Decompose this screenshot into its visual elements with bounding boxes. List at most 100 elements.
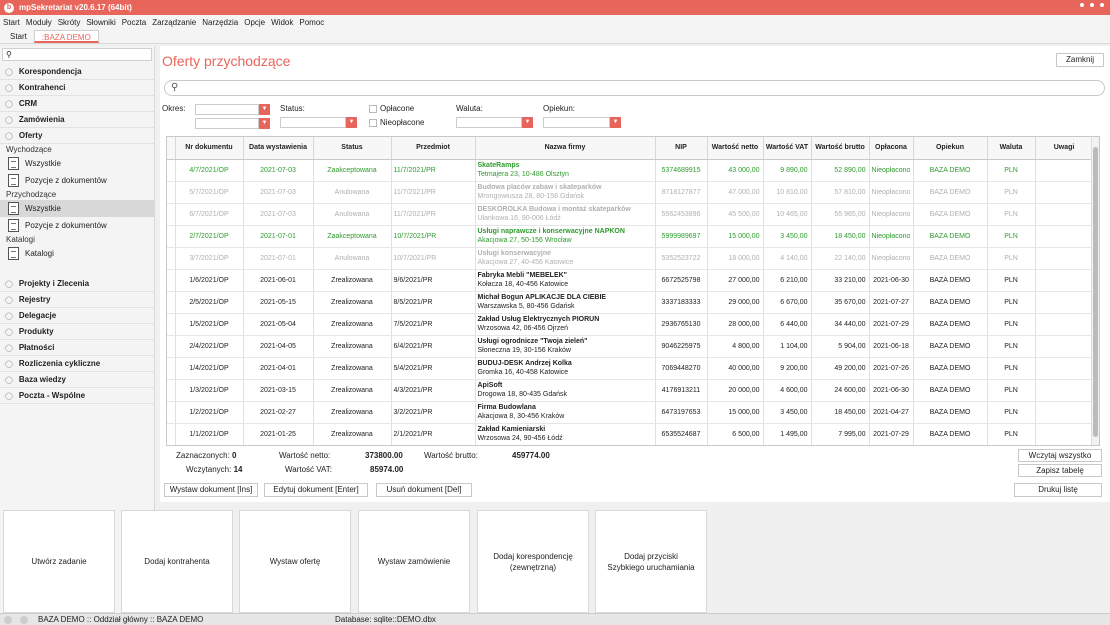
row-selector[interactable] <box>167 291 176 314</box>
table-row[interactable]: 1/4/2021/OP 2021-04-01 Zrealizowana 5/4/202… <box>167 357 1094 380</box>
menu-zarzadzanie[interactable]: Zarządzanie <box>152 18 196 27</box>
sidebar-section-kontrahenci[interactable]: ◯ Kontrahenci <box>0 80 154 96</box>
tab-baza-demo[interactable]: :BAZA DEMO <box>33 30 99 43</box>
load-all-button[interactable]: Wczytaj wszystko <box>1018 449 1102 462</box>
sidebar-search-input[interactable]: ⚲ <box>2 48 152 61</box>
table-row[interactable]: 5/7/2021/OP 2021-07-03 Anulowana 11/7/2021/… <box>167 181 1094 204</box>
table-row[interactable]: 6/7/2021/OP 2021-07-03 Anulowana 11/7/2021/… <box>167 203 1094 226</box>
table-row[interactable]: 3/7/2021/OP 2021-07-01 Anulowana 10/7/2021/… <box>167 247 1094 270</box>
column-header[interactable]: Waluta <box>987 137 1036 160</box>
opiekun-select[interactable] <box>543 117 610 128</box>
tile-add-correspondence[interactable]: Dodaj korespondencję (zewnętrzną) <box>477 510 589 613</box>
window-controls[interactable] <box>1080 3 1104 7</box>
table-row[interactable]: 1/6/2021/OP 2021-06-01 Zrealizowana 9/6/202… <box>167 269 1094 292</box>
table-row[interactable]: 1/3/2021/OP 2021-03-15 Zrealizowana 4/3/202… <box>167 379 1094 402</box>
row-selector[interactable] <box>167 269 176 292</box>
table-row[interactable]: 2/7/2021/OP 2021-07-01 Zaakceptowana 10/7/2… <box>167 225 1094 248</box>
sidebar-section-produkty[interactable]: ◯ Produkty <box>0 324 154 340</box>
sidebar-item-wychodzace-wszystkie[interactable]: Wszystkie <box>0 155 154 172</box>
menu-poczta[interactable]: Poczta <box>122 18 146 27</box>
sidebar-item-katalogi[interactable]: Katalogi <box>0 245 154 262</box>
status-select[interactable] <box>280 117 346 128</box>
menu-start[interactable]: Start <box>3 18 20 27</box>
column-header[interactable]: Wartość brutto <box>811 137 870 160</box>
column-header[interactable]: Nr dokumentu <box>175 137 244 160</box>
sidebar-section-rozliczenia[interactable]: ◯ Rozliczenia cykliczne <box>0 356 154 372</box>
table-scrollbar[interactable] <box>1091 137 1099 445</box>
table-row[interactable]: 1/5/2021/OP 2021-05-04 Zrealizowana 7/5/202… <box>167 313 1094 336</box>
row-selector[interactable] <box>167 203 176 226</box>
column-header[interactable]: Przedmiot <box>391 137 476 160</box>
status-dropdown-icon[interactable]: ▼ <box>346 117 357 128</box>
table-row[interactable]: 2/4/2021/OP 2021-04-05 Zrealizowana 6/4/202… <box>167 335 1094 358</box>
sidebar-item-wychodzace-pozycje[interactable]: Pozycje z dokumentów <box>0 172 154 189</box>
sidebar-section-poczta-wspolne[interactable]: ◯ Poczta - Wspólne <box>0 388 154 404</box>
waluta-dropdown-icon[interactable]: ▼ <box>522 117 533 128</box>
sidebar-section-oferty[interactable]: ◯ Oferty <box>0 128 154 144</box>
sidebar-section-zamowienia[interactable]: ◯ Zamówienia <box>0 112 154 128</box>
tab-start[interactable]: Start <box>3 30 34 43</box>
opiekun-dropdown-icon[interactable]: ▼ <box>610 117 621 128</box>
tile-add-contractor[interactable]: Dodaj kontrahenta <box>121 510 233 613</box>
row-selector[interactable] <box>167 401 176 424</box>
column-header[interactable]: Wartość netto <box>707 137 764 160</box>
edit-document-button[interactable]: Edytuj dokument [Enter] <box>264 483 368 497</box>
tile-create-task[interactable]: Utwórz zadanie <box>3 510 115 613</box>
column-header[interactable]: Data wystawienia <box>243 137 314 160</box>
issue-document-button[interactable]: Wystaw dokument [Ins] <box>164 483 258 497</box>
oplacone-checkbox[interactable] <box>369 105 377 113</box>
scrollbar-thumb[interactable] <box>1093 147 1098 437</box>
nieoplacone-checkbox[interactable] <box>369 119 377 127</box>
close-button[interactable]: Zamknij <box>1056 53 1104 67</box>
row-selector[interactable] <box>167 225 176 248</box>
window-dot-icon[interactable] <box>1090 3 1094 7</box>
menu-opcje[interactable]: Opcje <box>244 18 265 27</box>
column-header[interactable]: Opłacona <box>869 137 914 160</box>
menu-moduly[interactable]: Moduły <box>26 18 52 27</box>
okres-from-field[interactable] <box>195 104 259 115</box>
row-selector[interactable] <box>167 423 176 445</box>
menu-skroty[interactable]: Skróty <box>58 18 81 27</box>
window-dot-icon[interactable] <box>1100 3 1104 7</box>
column-header[interactable]: Opiekun <box>913 137 988 160</box>
column-header[interactable]: Uwagi <box>1035 137 1094 160</box>
sidebar-section-delegacje[interactable]: ◯ Delegacje <box>0 308 154 324</box>
sidebar-section-projekty[interactable]: ◯ Projekty i Zlecenia <box>0 276 154 292</box>
row-selector[interactable] <box>167 357 176 380</box>
search-input[interactable]: ⚲ <box>164 80 1105 96</box>
row-selector[interactable] <box>167 181 176 204</box>
tile-issue-offer[interactable]: Wystaw ofertę <box>239 510 351 613</box>
menu-slowniki[interactable]: Słowniki <box>86 18 115 27</box>
okres-to-field[interactable] <box>195 118 259 129</box>
tile-add-quick-buttons[interactable]: Dodaj przyciski Szybkiego uruchamiania <box>595 510 707 613</box>
delete-document-button[interactable]: Usuń dokument [Del] <box>376 483 472 497</box>
sidebar-section-rejestry[interactable]: ◯ Rejestry <box>0 292 154 308</box>
menu-pomoc[interactable]: Pomoc <box>299 18 324 27</box>
table-row[interactable]: 1/2/2021/OP 2021-02-27 Zrealizowana 3/2/202… <box>167 401 1094 424</box>
sidebar-section-korespondencja[interactable]: ◯ Korespondencja <box>0 64 154 80</box>
okres-from-dropdown-icon[interactable]: ▼ <box>259 104 270 115</box>
sidebar-section-crm[interactable]: ◯ CRM <box>0 96 154 112</box>
save-table-button[interactable]: Zapisz tabelę <box>1018 464 1102 477</box>
column-header[interactable]: Status <box>313 137 392 160</box>
column-header[interactable]: Wartość VAT <box>763 137 812 160</box>
menu-narzedzia[interactable]: Narzędzia <box>202 18 238 27</box>
sidebar-item-przychodzace-wszystkie[interactable]: Wszystkie <box>0 200 154 217</box>
sidebar-item-przychodzace-pozycje[interactable]: Pozycje z dokumentów <box>0 217 154 234</box>
okres-to-dropdown-icon[interactable]: ▼ <box>259 118 270 129</box>
table-row[interactable]: 4/7/2021/OP 2021-07-03 Zaakceptowana 11/7/2… <box>167 159 1094 182</box>
column-header[interactable]: NIP <box>655 137 708 160</box>
row-selector[interactable] <box>167 313 176 336</box>
column-header[interactable]: Nazwa firmy <box>475 137 656 160</box>
sidebar-section-baza-wiedzy[interactable]: ◯ Baza wiedzy <box>0 372 154 388</box>
row-selector[interactable] <box>167 159 176 182</box>
table-row[interactable]: 1/1/2021/OP 2021-01-25 Zrealizowana 2/1/202… <box>167 423 1094 445</box>
row-selector[interactable] <box>167 379 176 402</box>
table-row[interactable]: 2/5/2021/OP 2021-05-15 Zrealizowana 8/5/202… <box>167 291 1094 314</box>
row-selector[interactable] <box>167 247 176 270</box>
window-dot-icon[interactable] <box>1080 3 1084 7</box>
tile-issue-order[interactable]: Wystaw zamówienie <box>358 510 470 613</box>
row-selector[interactable] <box>167 335 176 358</box>
menu-widok[interactable]: Widok <box>271 18 293 27</box>
sidebar-section-platnosci[interactable]: ◯ Płatności <box>0 340 154 356</box>
